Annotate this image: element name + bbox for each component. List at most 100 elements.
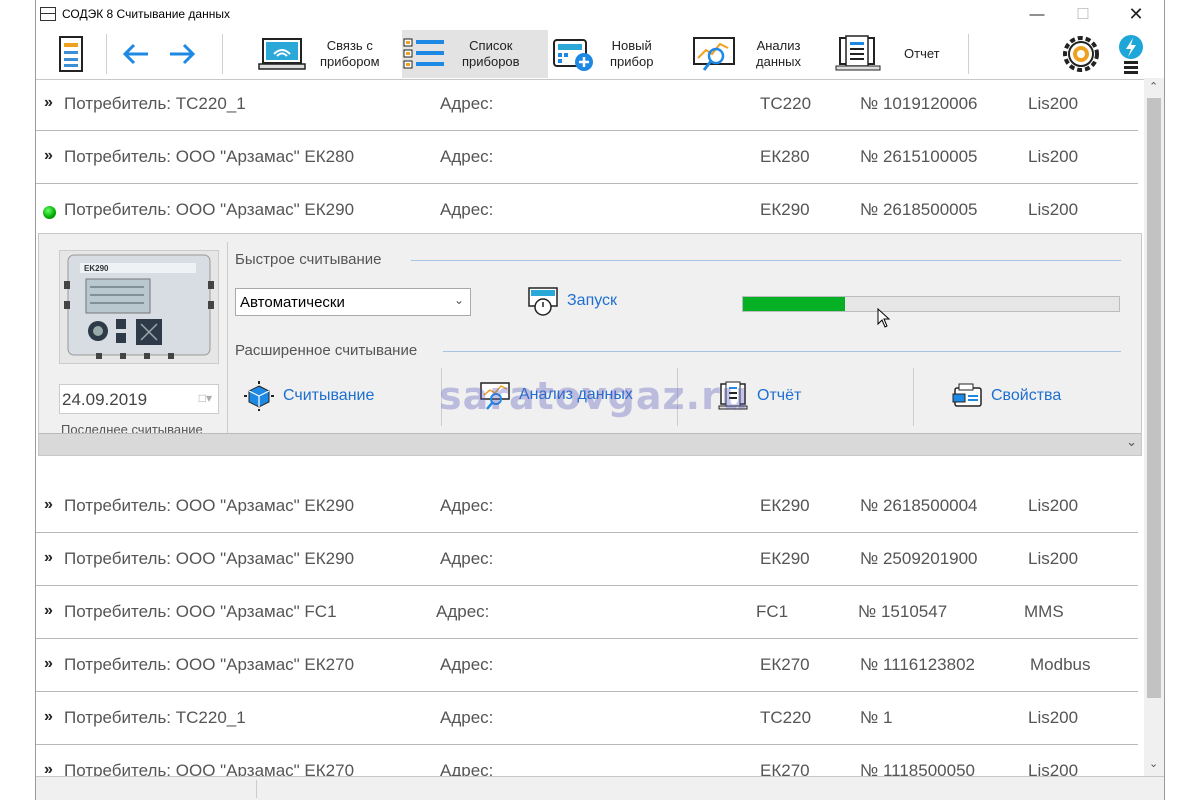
device-detail-panel: EK290 24.09.2019 □▾ Последнее считывание (38, 233, 1142, 456)
data-analysis-label: Анализ данных (756, 38, 802, 69)
serial-number: № 2615100005 (860, 147, 978, 166)
start-label: Запуск (567, 292, 618, 309)
serial-number: № 1 (860, 708, 893, 727)
address-label: Адрес: (440, 761, 494, 776)
connect-device-button[interactable]: Связь с прибором (258, 30, 380, 78)
minimize-button[interactable]: — (1014, 0, 1060, 28)
scroll-up-icon[interactable]: ⌃ (1149, 80, 1158, 93)
read-data-button[interactable]: Считывание (243, 380, 374, 412)
device-list-button[interactable]: Список приборов (402, 30, 548, 78)
connect-label: Связь с прибором (320, 38, 380, 69)
consumer-name: Потребитель: ООО "Арзамас" ЕК270 (64, 655, 355, 674)
table-row[interactable]: » Потребитель: ООО "Арзамас" ЕК290 Адрес… (36, 480, 1138, 533)
scroll-down-icon[interactable]: ⌄ (1149, 757, 1158, 770)
forward-button[interactable] (166, 30, 198, 78)
expand-marker-icon[interactable]: » (44, 761, 53, 776)
consumer-name: Потребитель: ТС220_1 (64, 708, 246, 727)
expand-marker-icon[interactable]: » (44, 94, 53, 112)
panel-collapse-bar[interactable]: ⌄ (39, 433, 1141, 455)
device-type: ЕК270 (760, 655, 810, 674)
serial-number: № 2509201900 (860, 549, 978, 568)
protocol: MMS (1024, 602, 1064, 621)
table-row-selected[interactable]: Потребитель: ООО "Арзамас" ЕК290 Адрес: … (36, 184, 1138, 237)
address-label: Адрес: (436, 602, 490, 621)
table-row[interactable]: » Потребитель: ООО "Арзамас" ЕК280 Адрес… (36, 131, 1138, 184)
expand-marker-icon[interactable]: » (44, 708, 53, 726)
quick-read-heading: Быстрое считывание (235, 251, 382, 268)
update-button[interactable] (1116, 30, 1146, 78)
address-label: Адрес: (440, 708, 494, 727)
status-bar (36, 776, 1164, 800)
serial-number: № 1116123802 (860, 655, 975, 674)
address-label: Адрес: (440, 200, 494, 219)
report-button[interactable]: Отчет (834, 30, 940, 78)
device-type: ЕК270 (760, 761, 810, 776)
app-icon (40, 7, 56, 21)
start-read-button[interactable]: Запуск (527, 286, 617, 316)
consumer-name: Потребитель: ООО "Арзамас" ЕК290 (64, 496, 355, 515)
close-button[interactable]: ✕ (1113, 0, 1159, 28)
device-list-label: Список приборов (462, 38, 520, 69)
data-analysis-button[interactable]: Анализ данных (690, 30, 801, 78)
status-online-icon (43, 206, 56, 219)
report-icon (835, 35, 881, 71)
consumer-name: Потребитель: ООО "Арзамас" ЕК270 (64, 761, 355, 776)
laptop-wifi-icon (258, 38, 306, 70)
progress-fill (743, 297, 845, 311)
expand-marker-icon[interactable]: » (44, 655, 53, 673)
report-link-label: Отчёт (757, 387, 802, 404)
calendar-icon[interactable]: □▾ (199, 391, 212, 405)
properties-icon (952, 383, 982, 407)
report-label: Отчет (904, 46, 940, 61)
serial-number: № 1510547 (858, 602, 948, 621)
device-model-text: EK290 (84, 264, 109, 273)
table-row[interactable]: » Потребитель: ООО "Арзамас" FC1 Адрес: … (36, 586, 1138, 639)
vertical-scrollbar[interactable]: ⌃ ⌄ (1144, 78, 1164, 776)
expand-marker-icon[interactable]: » (44, 496, 53, 514)
address-label: Адрес: (440, 655, 494, 674)
expand-marker-icon[interactable]: » (44, 602, 53, 620)
table-row[interactable]: » Потребитель: ООО "Арзамас" ЕК290 Адрес… (36, 533, 1138, 586)
device-type: ЕК280 (760, 147, 810, 166)
protocol: Lis200 (1028, 200, 1079, 219)
device-image: EK290 (59, 250, 219, 364)
address-label: Адрес: (440, 549, 494, 568)
tree-icon (59, 36, 83, 72)
add-device-icon (553, 39, 593, 71)
table-row[interactable]: » Потребитель: ООО "Арзамас" ЕК270 Адрес… (36, 639, 1138, 692)
device-type: ЕК290 (760, 549, 810, 568)
mouse-cursor-icon (877, 308, 891, 328)
address-label: Адрес: (440, 147, 494, 166)
read-label: Считывание (283, 387, 375, 404)
expand-marker-icon[interactable]: » (44, 147, 53, 165)
scroll-thumb[interactable] (1147, 98, 1161, 698)
serial-number: № 1019120006 (860, 94, 978, 113)
extended-read-heading: Расширенное считывание (235, 342, 418, 359)
settings-button[interactable] (1060, 30, 1102, 78)
table-row[interactable]: » Потребитель: ООО "Арзамас" ЕК270 Адрес… (36, 745, 1138, 776)
table-row[interactable]: » Потребитель: ТС220_1 Адрес: ТС220 № 10… (36, 78, 1138, 131)
cube-read-icon (244, 381, 274, 411)
device-type: ТС220 (760, 94, 812, 113)
device-list: » Потребитель: ТС220_1 Адрес: ТС220 № 10… (36, 78, 1144, 776)
protocol: Lis200 (1028, 549, 1079, 568)
arrow-right-icon (170, 43, 196, 65)
tree-view-button[interactable] (56, 30, 92, 78)
address-label: Адрес: (440, 496, 494, 515)
back-button[interactable] (120, 30, 152, 78)
device-type: FC1 (756, 602, 789, 621)
expand-marker-icon[interactable]: » (44, 549, 53, 567)
maximize-button[interactable]: ☐ (1060, 0, 1106, 28)
read-mode-select[interactable]: Автоматически ⌄ (235, 288, 471, 316)
chevron-down-icon: ⌄ (453, 293, 464, 307)
collapse-chevron-icon[interactable]: ⌄ (1126, 434, 1137, 450)
table-row[interactable]: » Потребитель: ТС220_1 Адрес: ТС220 № 1 … (36, 692, 1138, 745)
consumer-name: Потребитель: ООО "Арзамас" FC1 (64, 602, 337, 621)
list-icon (403, 38, 444, 69)
properties-label: Свойства (991, 387, 1062, 404)
properties-button[interactable]: Свойства (951, 380, 1061, 412)
protocol: Lis200 (1028, 147, 1079, 166)
last-read-date-field[interactable]: 24.09.2019 □▾ (59, 384, 219, 414)
watermark-text: saratovgaz.ru (439, 374, 749, 418)
new-device-button[interactable]: Новый прибор (548, 30, 653, 78)
